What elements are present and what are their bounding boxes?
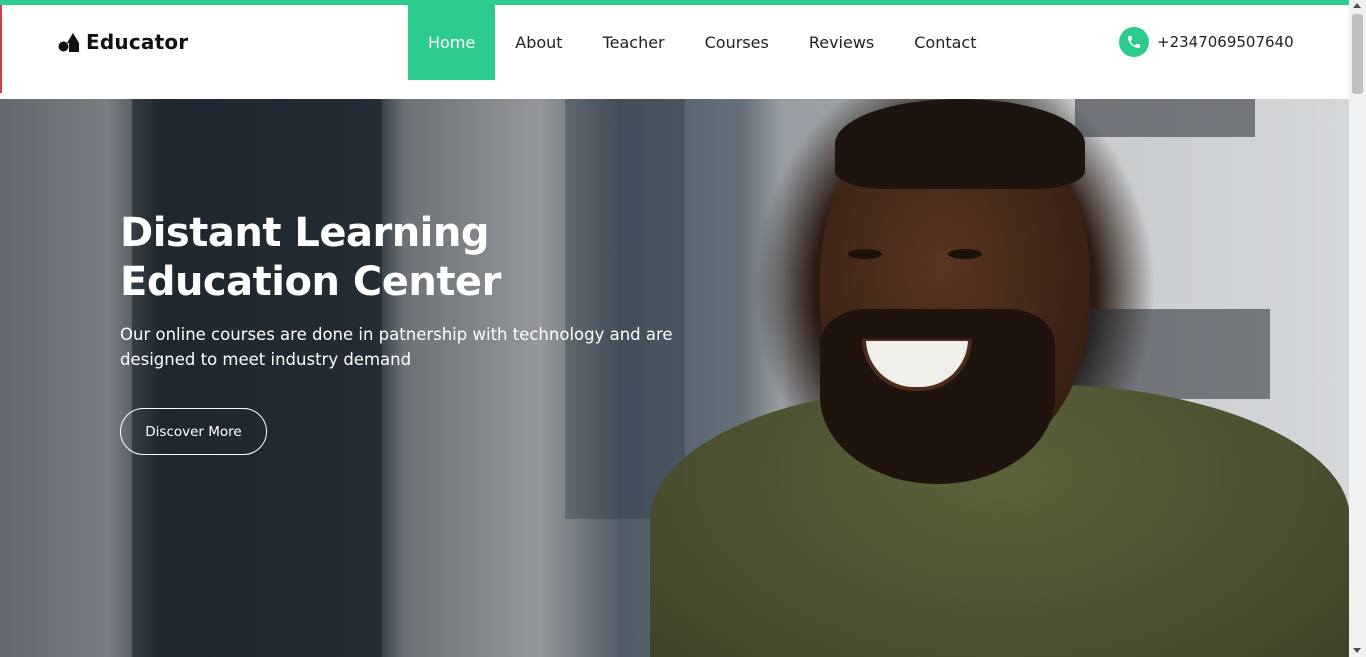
- nav-item-contact[interactable]: Contact: [894, 5, 996, 80]
- hero-person-beard: [820, 309, 1055, 484]
- nav-item-about[interactable]: About: [495, 5, 582, 80]
- hero-person-hair: [835, 99, 1085, 189]
- phone-number: +2347069507640: [1157, 33, 1294, 51]
- left-edge-marker: [0, 5, 2, 93]
- main-nav: Home About Teacher Courses Reviews Conta…: [408, 5, 997, 80]
- nav-item-courses[interactable]: Courses: [685, 5, 789, 80]
- phone-contact[interactable]: +2347069507640: [1119, 27, 1294, 57]
- site-header: Educator Home About Teacher Courses Revi…: [0, 5, 1349, 99]
- hero-person-eye: [848, 249, 882, 259]
- hero-title: Distant Learning Education Center: [120, 209, 501, 307]
- nav-item-home[interactable]: Home: [408, 5, 496, 80]
- vertical-scrollbar[interactable]: [1349, 0, 1366, 657]
- hero-subtitle-line: Our online courses are done in patnershi…: [120, 325, 673, 344]
- scroll-up-arrow-icon[interactable]: [1353, 3, 1361, 8]
- brand-name: Educator: [86, 30, 189, 54]
- phone-icon: [1119, 27, 1149, 57]
- hero-subtitle: Our online courses are done in patnershi…: [120, 322, 680, 372]
- hero-person-eye: [948, 249, 982, 259]
- hero-subtitle-line: designed to meet industry demand: [120, 350, 412, 369]
- hero-title-line: Education Center: [120, 259, 501, 305]
- hero-banner: Distant Learning Education Center Our on…: [0, 99, 1349, 657]
- discover-more-button[interactable]: Discover More: [120, 408, 267, 455]
- brand-logo[interactable]: Educator: [58, 28, 188, 56]
- shapes-logo-icon: [58, 33, 79, 52]
- scrollbar-thumb[interactable]: [1352, 14, 1363, 94]
- nav-item-teacher[interactable]: Teacher: [583, 5, 685, 80]
- scroll-down-arrow-icon[interactable]: [1353, 648, 1361, 653]
- nav-item-reviews[interactable]: Reviews: [789, 5, 894, 80]
- hero-title-line: Distant Learning: [120, 210, 490, 256]
